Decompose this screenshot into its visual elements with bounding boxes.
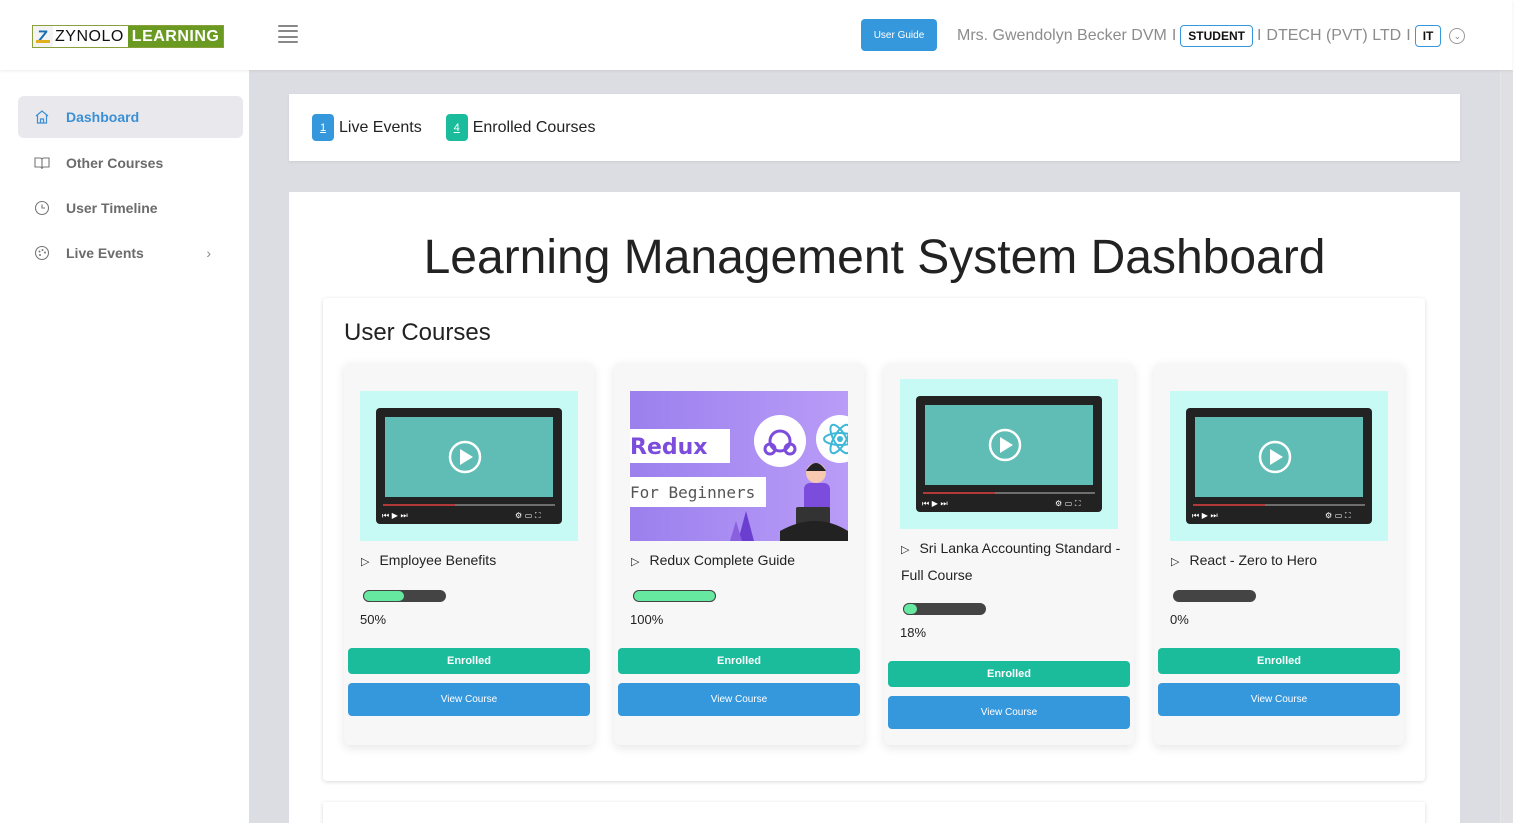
book-icon (34, 155, 50, 171)
svg-text:⏮ ▶ ⏭: ⏮ ▶ ⏭ (382, 511, 408, 520)
enrolled-button[interactable]: Enrolled (888, 661, 1130, 687)
sidebar-item-label: Live Events (66, 245, 144, 261)
view-course-button[interactable]: View Course (618, 683, 860, 716)
live-events-count-badge[interactable]: 1 (312, 114, 334, 141)
play-triangle-icon: ▷ (361, 556, 370, 568)
top-header: Z ZYNOLO LEARNING User Guide Mrs. Gwendo… (0, 0, 1512, 70)
main-content: Learning Management System Dashboard Use… (289, 192, 1460, 823)
stats-bar: 1 Live Events 4 Enrolled Courses (289, 94, 1460, 161)
chevron-right-icon: › (206, 245, 211, 261)
play-triangle-icon: ▷ (901, 544, 910, 556)
user-menu-chevron-icon[interactable]: ⌄ (1449, 28, 1466, 44)
clock-icon (34, 200, 50, 216)
svg-text:⚙ ▭ ⛶: ⚙ ▭ ⛶ (1325, 511, 1351, 520)
role-badge: STUDENT (1180, 25, 1253, 47)
live-events-stat[interactable]: 1 Live Events (312, 114, 422, 141)
play-triangle-icon: ▷ (631, 556, 640, 568)
progress-fill (633, 590, 716, 602)
course-progress-bar (903, 603, 986, 615)
svg-text:⚙ ▭ ⛶: ⚙ ▭ ⛶ (1055, 499, 1081, 508)
sidebar-item-label: Other Courses (66, 155, 164, 171)
user-courses-section: User Courses ⏮ ▶ ⏭ ⚙ ▭ ⛶ ▷ Employee Benef… (323, 298, 1425, 781)
banner-line-2: For Beginners (630, 483, 755, 502)
section-title: User Courses (344, 319, 491, 346)
svg-text:⏮ ▶ ⏭: ⏮ ▶ ⏭ (1192, 511, 1218, 520)
progress-percent: 50% (360, 612, 387, 627)
enrolled-button[interactable]: Enrolled (618, 648, 860, 674)
course-title[interactable]: ▷ Employee Benefits (361, 548, 581, 575)
view-course-button[interactable]: View Course (348, 683, 590, 716)
svg-text:⏮ ▶ ⏭: ⏮ ▶ ⏭ (922, 499, 948, 508)
sidebar-item-label: Dashboard (66, 109, 140, 125)
page-scrollbar[interactable] (1500, 0, 1515, 823)
svg-text:⚙ ▭ ⛶: ⚙ ▭ ⛶ (515, 511, 541, 520)
progress-fill (363, 590, 405, 602)
video-thumbnail-icon[interactable]: ⏮ ▶ ⏭ ⚙ ▭ ⛶ (900, 379, 1118, 529)
sidebar: Dashboard Other Courses User Timeline Li… (0, 70, 249, 823)
separator: I (1171, 27, 1177, 44)
logo-word-zynolo: ZYNOLO (53, 26, 128, 47)
course-card: ⏮ ▶ ⏭ ⚙ ▭ ⛶ ▷ React - Zero to Hero 0% Enr… (1154, 363, 1404, 745)
course-title[interactable]: ▷ Redux Complete Guide (631, 548, 851, 575)
enrolled-courses-label: Enrolled Courses (472, 118, 596, 136)
play-triangle-icon: ▷ (1171, 556, 1180, 568)
sidebar-item-dashboard[interactable]: Dashboard (18, 96, 243, 138)
page-title: Learning Management System Dashboard (423, 231, 1326, 284)
sidebar-item-live-events[interactable]: Live Events › (18, 232, 243, 274)
next-section (323, 802, 1425, 823)
separator: I (1406, 27, 1411, 44)
course-title[interactable]: ▷ React - Zero to Hero (1171, 548, 1391, 575)
course-progress-bar (1173, 590, 1256, 602)
course-card: Redux For Beginners ▷ Redux Complete Gui… (614, 363, 864, 745)
scrollbar-thumb[interactable] (1501, 70, 1513, 823)
department-badge: IT (1414, 25, 1442, 47)
user-guide-button[interactable]: User Guide (861, 19, 937, 51)
sidebar-item-other-courses[interactable]: Other Courses (18, 142, 243, 184)
course-card: ⏮ ▶ ⏭ ⚙ ▭ ⛶ ▷ Sri Lanka Accounting Standa… (884, 363, 1134, 745)
video-thumbnail-icon[interactable]: ⏮ ▶ ⏭ ⚙ ▭ ⛶ (1170, 391, 1388, 541)
course-card: ⏮ ▶ ⏭ ⚙ ▭ ⛶ ▷ Employee Benefits 50% Enrol… (344, 363, 594, 745)
redux-banner-image[interactable]: Redux For Beginners (630, 391, 848, 541)
app-logo[interactable]: Z ZYNOLO LEARNING (32, 25, 225, 48)
progress-percent: 100% (630, 612, 664, 627)
sidebar-item-label: User Timeline (66, 200, 158, 216)
video-thumbnail-icon[interactable]: ⏮ ▶ ⏭ ⚙ ▭ ⛶ (360, 391, 578, 541)
logo-word-learning: LEARNING (127, 26, 224, 47)
sidebar-item-user-timeline[interactable]: User Timeline (18, 187, 243, 229)
enrolled-courses-stat[interactable]: 4 Enrolled Courses (445, 114, 596, 141)
company-name: DTECH (PVT) LTD (1266, 27, 1402, 44)
separator: I (1256, 27, 1262, 44)
course-progress-bar (363, 590, 446, 602)
progress-fill (903, 603, 918, 615)
course-title[interactable]: ▷ Sri Lanka Accounting Standard - Full Co… (901, 536, 1121, 588)
progress-percent: 18% (900, 625, 927, 640)
progress-percent: 0% (1170, 612, 1189, 627)
view-course-button[interactable]: View Course (1158, 683, 1400, 716)
enrolled-button[interactable]: Enrolled (348, 648, 590, 674)
menu-toggle-icon[interactable] (278, 25, 298, 43)
user-name: Mrs. Gwendolyn Becker DVM (957, 27, 1167, 44)
logo-mark: Z (33, 26, 53, 47)
view-course-button[interactable]: View Course (888, 696, 1130, 729)
user-info-bar: Mrs. Gwendolyn Becker DVM I STUDENT I DT… (957, 24, 1466, 48)
home-icon (34, 109, 50, 125)
course-progress-bar (633, 590, 716, 602)
palette-icon (34, 245, 50, 261)
enrolled-courses-count-badge[interactable]: 4 (445, 114, 468, 141)
live-events-label: Live Events (339, 118, 422, 136)
banner-line-1: Redux (630, 435, 707, 460)
enrolled-button[interactable]: Enrolled (1158, 648, 1400, 674)
